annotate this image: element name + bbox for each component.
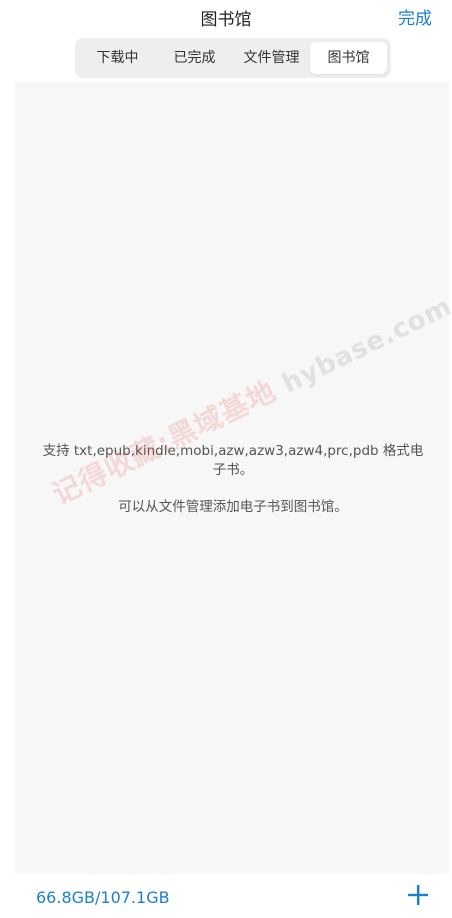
watermark: 记得收藏:黑域基地 hybase.com: [45, 291, 452, 513]
library-content-area: 支持 txt,epub,kindle,mobi,azw,azw3,azw4,pr…: [15, 82, 452, 874]
tab-file-manager[interactable]: 文件管理: [233, 42, 310, 74]
add-books-hint: 可以从文件管理添加电子书到图书馆。: [118, 499, 348, 515]
storage-usage: 66.8GB/107.1GB: [36, 888, 170, 907]
segmented-tab-bar: 下载中 已完成 文件管理 图书馆: [75, 38, 391, 78]
tab-downloading[interactable]: 下载中: [79, 42, 156, 74]
supported-formats-message: 支持 txt,epub,kindle,mobi,azw,azw3,azw4,pr…: [42, 443, 424, 478]
header: 图书馆 完成 下载中 已完成 文件管理 图书馆: [0, 0, 452, 80]
page-title: 图书馆: [200, 10, 252, 30]
tab-completed[interactable]: 已完成: [156, 42, 233, 74]
plus-icon[interactable]: [406, 883, 430, 907]
watermark-en: hybase.com: [277, 291, 452, 400]
done-button[interactable]: 完成: [398, 7, 432, 31]
footer: 66.8GB/107.1GB: [0, 874, 452, 918]
tab-library[interactable]: 图书馆: [310, 42, 387, 74]
